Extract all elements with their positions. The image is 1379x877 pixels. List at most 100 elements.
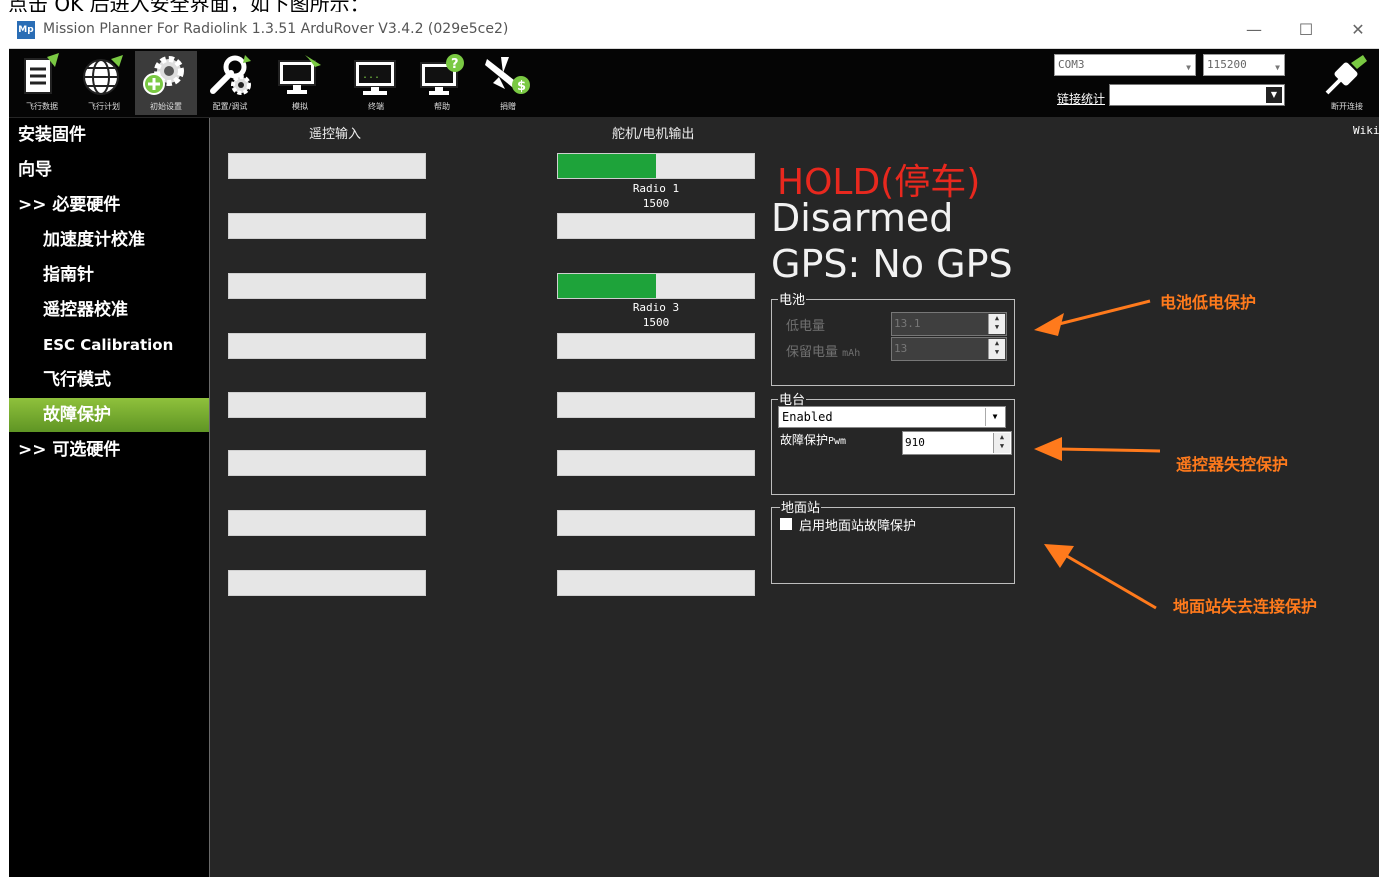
chevron-down-icon: ▼ — [1186, 63, 1191, 72]
toolbar-config-tuning[interactable]: 配置/调试 — [199, 51, 261, 115]
sidebar-item-mandatory-hardware[interactable]: >> 必要硬件 — [9, 188, 218, 222]
rc-arrow-head-icon — [1034, 437, 1062, 461]
toolbar-initial-setup[interactable]: 初始设置 — [135, 51, 197, 115]
baud-rate-value: 115200 — [1207, 58, 1247, 71]
rc-input-bar — [228, 450, 426, 476]
failsafe-pwm-input[interactable]: 910 ▲ ▼ — [902, 431, 1012, 455]
chevron-down-icon: ▼ — [985, 408, 1004, 426]
servo-output-bar — [557, 153, 755, 179]
initial-setup-icon — [143, 56, 184, 95]
reserve-capacity-unit: mAh — [842, 348, 861, 359]
donate-icon: $ — [485, 57, 530, 94]
sidebar-item-failsafe[interactable]: 故障保护 — [9, 398, 243, 432]
app-logo-icon: Mp — [17, 21, 35, 39]
servo-output-bar — [557, 213, 755, 239]
servo-output-value: 1500 — [642, 197, 670, 210]
wiki-link[interactable]: Wiki — [1353, 124, 1379, 137]
servo-output-fill — [558, 274, 656, 298]
mission-planner-window: Mp Mission Planner For Radiolink 1.3.51 … — [9, 12, 1379, 877]
disconnect-label: 断开连接 — [1331, 102, 1363, 111]
toolbar-simulation-label: 模拟 — [292, 102, 308, 111]
servo-output-label: Radio 3 — [632, 301, 680, 314]
flight-data-icon — [24, 53, 59, 94]
servo-output-value: 1500 — [642, 316, 670, 329]
toolbar-simulation[interactable]: 模拟 — [269, 51, 331, 115]
rc-input-bar — [228, 510, 426, 536]
link-stats-link[interactable]: 链接统计 — [1057, 90, 1105, 107]
disconnect-button[interactable]: 断开连接 — [1315, 51, 1379, 115]
config-tuning-icon — [210, 55, 251, 95]
failsafe-panel: Wiki 遥控输入 舵机/电机输出 Radio 1 1500 Radio 3 1… — [210, 118, 1379, 877]
annotation-gcs: 地面站失去连接保护 — [1173, 597, 1318, 616]
arm-state-text: Disarmed — [771, 196, 954, 240]
battery-group-title: 电池 — [778, 289, 807, 308]
flight-plan-icon — [83, 55, 123, 95]
rc-input-bar — [228, 333, 426, 359]
servo-output-bar — [557, 450, 755, 476]
setup-sidebar: 安装固件 向导 >> 必要硬件 加速度计校准 指南针 遥控器校准 ESC Cal… — [9, 118, 243, 877]
toolbar-help[interactable]: ? 帮助 — [411, 51, 473, 115]
chevron-down-icon: ▼ — [1275, 63, 1280, 72]
toolbar-flight-data[interactable]: 飞行数据 — [11, 51, 73, 115]
chevron-down-icon: ▼ — [1266, 87, 1282, 103]
toolbar-donate[interactable]: $ 捐赠 — [477, 51, 539, 115]
svg-text:...: ... — [362, 70, 380, 81]
gcs-group-title: 地面站 — [780, 497, 822, 516]
annotation-battery: 电池低电保护 — [1160, 293, 1257, 312]
window-title: Mission Planner For Radiolink 1.3.51 Ard… — [43, 21, 509, 37]
sidebar-item-radio-calibration[interactable]: 遥控器校准 — [9, 293, 243, 327]
spinner-arrows-icon[interactable]: ▲ ▼ — [993, 433, 1010, 453]
simulation-icon — [278, 55, 321, 94]
gcs-arrow-line — [1064, 553, 1157, 610]
help-icon: ? — [420, 54, 464, 95]
plug-icon — [1325, 55, 1367, 95]
servo-output-fill — [558, 154, 656, 178]
toolbar-terminal[interactable]: ... 终端 — [345, 51, 407, 115]
gcs-failsafe-checkbox[interactable] — [780, 518, 792, 530]
radio-failsafe-select[interactable]: Enabled ▼ — [778, 406, 1006, 428]
link-stats-select[interactable]: ▼ — [1109, 84, 1285, 106]
sidebar-item-esc-calibration[interactable]: ESC Calibration — [9, 328, 243, 362]
failsafe-pwm-value: 910 — [905, 436, 925, 449]
servo-output-bar — [557, 273, 755, 299]
maximize-button[interactable]: ☐ — [1283, 16, 1329, 44]
sidebar-item-accel-calibration[interactable]: 加速度计校准 — [9, 223, 243, 257]
toolbar-config-tuning-label: 配置/调试 — [212, 102, 248, 111]
toolbar-donate-label: 捐赠 — [500, 102, 516, 111]
spinner-arrows-icon[interactable]: ▲ ▼ — [988, 314, 1005, 334]
spinner-arrows-icon[interactable]: ▲ ▼ — [988, 339, 1005, 359]
com-port-value: COM3 — [1058, 58, 1085, 71]
toolbar-help-label: 帮助 — [434, 102, 450, 111]
rc-input-bar — [228, 213, 426, 239]
failsafe-pwm-label: 故障保护Pwm — [780, 431, 846, 448]
radio-failsafe-value: Enabled — [782, 410, 833, 424]
sidebar-item-compass[interactable]: 指南针 — [9, 258, 243, 292]
reserve-capacity-input[interactable]: 13 ▲ ▼ — [891, 337, 1007, 361]
com-port-select[interactable]: COM3 ▼ — [1054, 54, 1196, 76]
low-voltage-input[interactable]: 13.1 ▲ ▼ — [891, 312, 1007, 336]
sidebar-item-install-firmware[interactable]: 安装固件 — [9, 118, 218, 152]
low-voltage-value: 13.1 — [894, 317, 921, 330]
sidebar-item-wizard[interactable]: 向导 — [9, 153, 218, 187]
servo-output-bar — [557, 392, 755, 418]
low-voltage-label: 低电量 — [786, 319, 826, 334]
rc-input-bar — [228, 273, 426, 299]
rc-input-bar — [228, 570, 426, 596]
servo-output-bar — [557, 570, 755, 596]
title-bar: Mp Mission Planner For Radiolink 1.3.51 … — [9, 12, 1379, 49]
toolbar-initial-setup-label: 初始设置 — [150, 102, 182, 111]
servo-output-header: 舵机/电机输出 — [612, 127, 695, 142]
sidebar-item-flight-modes[interactable]: 飞行模式 — [9, 363, 243, 397]
annotation-arrows — [1034, 299, 1161, 610]
close-button[interactable]: ✕ — [1335, 16, 1379, 44]
annotation-rc: 遥控器失控保护 — [1176, 455, 1289, 474]
svg-text:$: $ — [517, 79, 526, 94]
battery-arrow-line — [1054, 299, 1151, 327]
sidebar-item-optional-hardware[interactable]: >> 可选硬件 — [9, 433, 218, 467]
failsafe-pwm-text: 故障保护 — [780, 433, 829, 447]
reserve-capacity-label: 保留电量 mAh — [786, 341, 860, 360]
toolbar-flight-plan[interactable]: 飞行计划 — [73, 51, 135, 115]
baud-rate-select[interactable]: 115200 ▼ — [1203, 54, 1285, 76]
minimize-button[interactable]: — — [1231, 16, 1277, 44]
battery-arrow-head-icon — [1034, 313, 1064, 336]
